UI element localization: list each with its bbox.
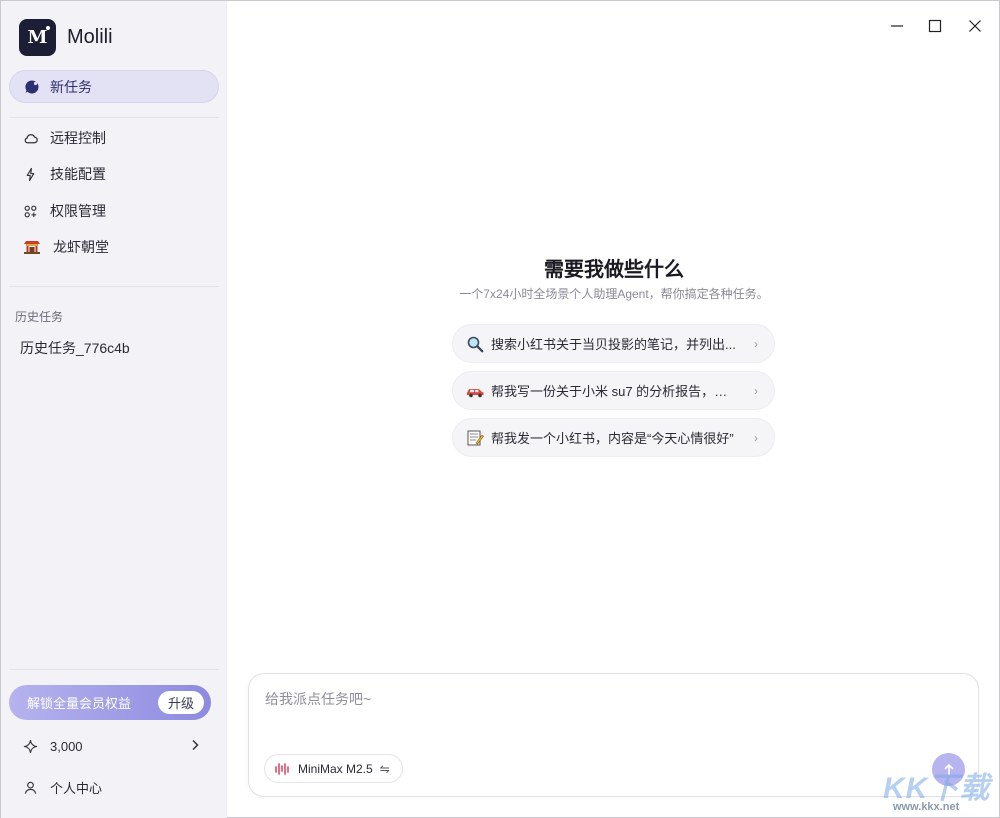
- watermark-url: www.kkx.net: [893, 801, 960, 813]
- divider: [9, 286, 219, 287]
- minimize-button[interactable]: [886, 15, 908, 37]
- minimize-icon: [891, 25, 903, 27]
- suggestion-item[interactable]: 帮我写一份关于小米 su7 的分析报告，以 ... ›: [452, 371, 775, 410]
- chevron-right-icon: [192, 739, 199, 751]
- sidebar-item-lobster-court[interactable]: 龙虾朝堂: [9, 232, 219, 262]
- maximize-icon: [928, 19, 942, 33]
- credits-row[interactable]: 3,000: [9, 731, 211, 761]
- sidebar-item-skills[interactable]: 技能配置: [9, 159, 219, 189]
- sidebar-item-remote-control[interactable]: 远程控制: [9, 123, 219, 153]
- brand: M Molili: [19, 19, 113, 56]
- suggestion-label: 帮我发一个小红书，内容是“今天心情很好”: [491, 431, 734, 446]
- close-icon: [969, 20, 981, 32]
- bolt-icon: [26, 167, 35, 181]
- divider: [9, 669, 219, 670]
- chevron-right-icon: ›: [754, 384, 758, 398]
- user-icon: [24, 781, 37, 794]
- magnifier-icon: [465, 334, 485, 354]
- sidebar: M Molili 新任务 远程控制 技能配置 权限管理 龙虾朝堂 历史任务 历史…: [1, 1, 227, 818]
- chevron-right-icon: ›: [754, 431, 758, 445]
- upgrade-text: 解锁全量会员权益: [27, 696, 132, 711]
- minimax-logo-icon: [275, 762, 289, 775]
- switch-icon: ⇋: [379, 761, 390, 776]
- temple-icon: [24, 241, 40, 254]
- upgrade-banner[interactable]: 解锁全量会员权益 升级: [9, 685, 211, 720]
- profile-label: 个人中心: [50, 780, 103, 796]
- divider: [9, 117, 219, 118]
- task-input[interactable]: 给我派点任务吧~: [265, 689, 371, 709]
- new-task-label: 新任务: [50, 78, 92, 95]
- credits-value: 3,000: [50, 738, 83, 754]
- history-item[interactable]: 历史任务_776c4b: [20, 338, 130, 358]
- chevron-right-icon: ›: [754, 337, 758, 351]
- profile-row[interactable]: 个人中心: [9, 772, 211, 802]
- app-name: Molili: [67, 26, 113, 48]
- upgrade-button[interactable]: 升级: [157, 691, 204, 714]
- new-task-button[interactable]: 新任务: [9, 70, 219, 103]
- cloud-icon: [24, 133, 38, 143]
- sidebar-item-label: 远程控制: [50, 130, 106, 146]
- car-icon: [465, 381, 485, 401]
- page-subtitle: 一个7x24小时全场景个人助理Agent，帮你搞定各种任务。: [459, 287, 769, 301]
- model-name: MiniMax M2.5: [298, 761, 373, 776]
- app-logo: M: [19, 19, 56, 56]
- suggestion-item[interactable]: 帮我发一个小红书，内容是“今天心情很好” ›: [452, 418, 775, 457]
- sparkle-icon: [23, 739, 38, 753]
- sidebar-item-label: 技能配置: [50, 166, 106, 182]
- memo-icon: [465, 428, 485, 448]
- apps-icon: [24, 205, 37, 217]
- maximize-button[interactable]: [924, 15, 946, 37]
- suggestion-label: 搜索小红书关于当贝投影的笔记，并列出...: [491, 337, 736, 352]
- sidebar-item-label: 龙虾朝堂: [53, 239, 109, 255]
- task-composer: 给我派点任务吧~ MiniMax M2.5 ⇋: [248, 673, 979, 797]
- close-button[interactable]: [964, 15, 986, 37]
- sidebar-item-permissions[interactable]: 权限管理: [9, 196, 219, 226]
- suggestion-item[interactable]: 搜索小红书关于当贝投影的笔记，并列出... ›: [452, 324, 775, 363]
- suggestion-label: 帮我写一份关于小米 su7 的分析报告，以 ...: [491, 384, 736, 399]
- model-selector[interactable]: MiniMax M2.5 ⇋: [264, 754, 403, 783]
- page-title: 需要我做些什么: [544, 259, 684, 281]
- chat-bubble-icon: [25, 79, 39, 93]
- sidebar-item-label: 权限管理: [50, 203, 106, 219]
- history-section-title: 历史任务: [15, 310, 64, 324]
